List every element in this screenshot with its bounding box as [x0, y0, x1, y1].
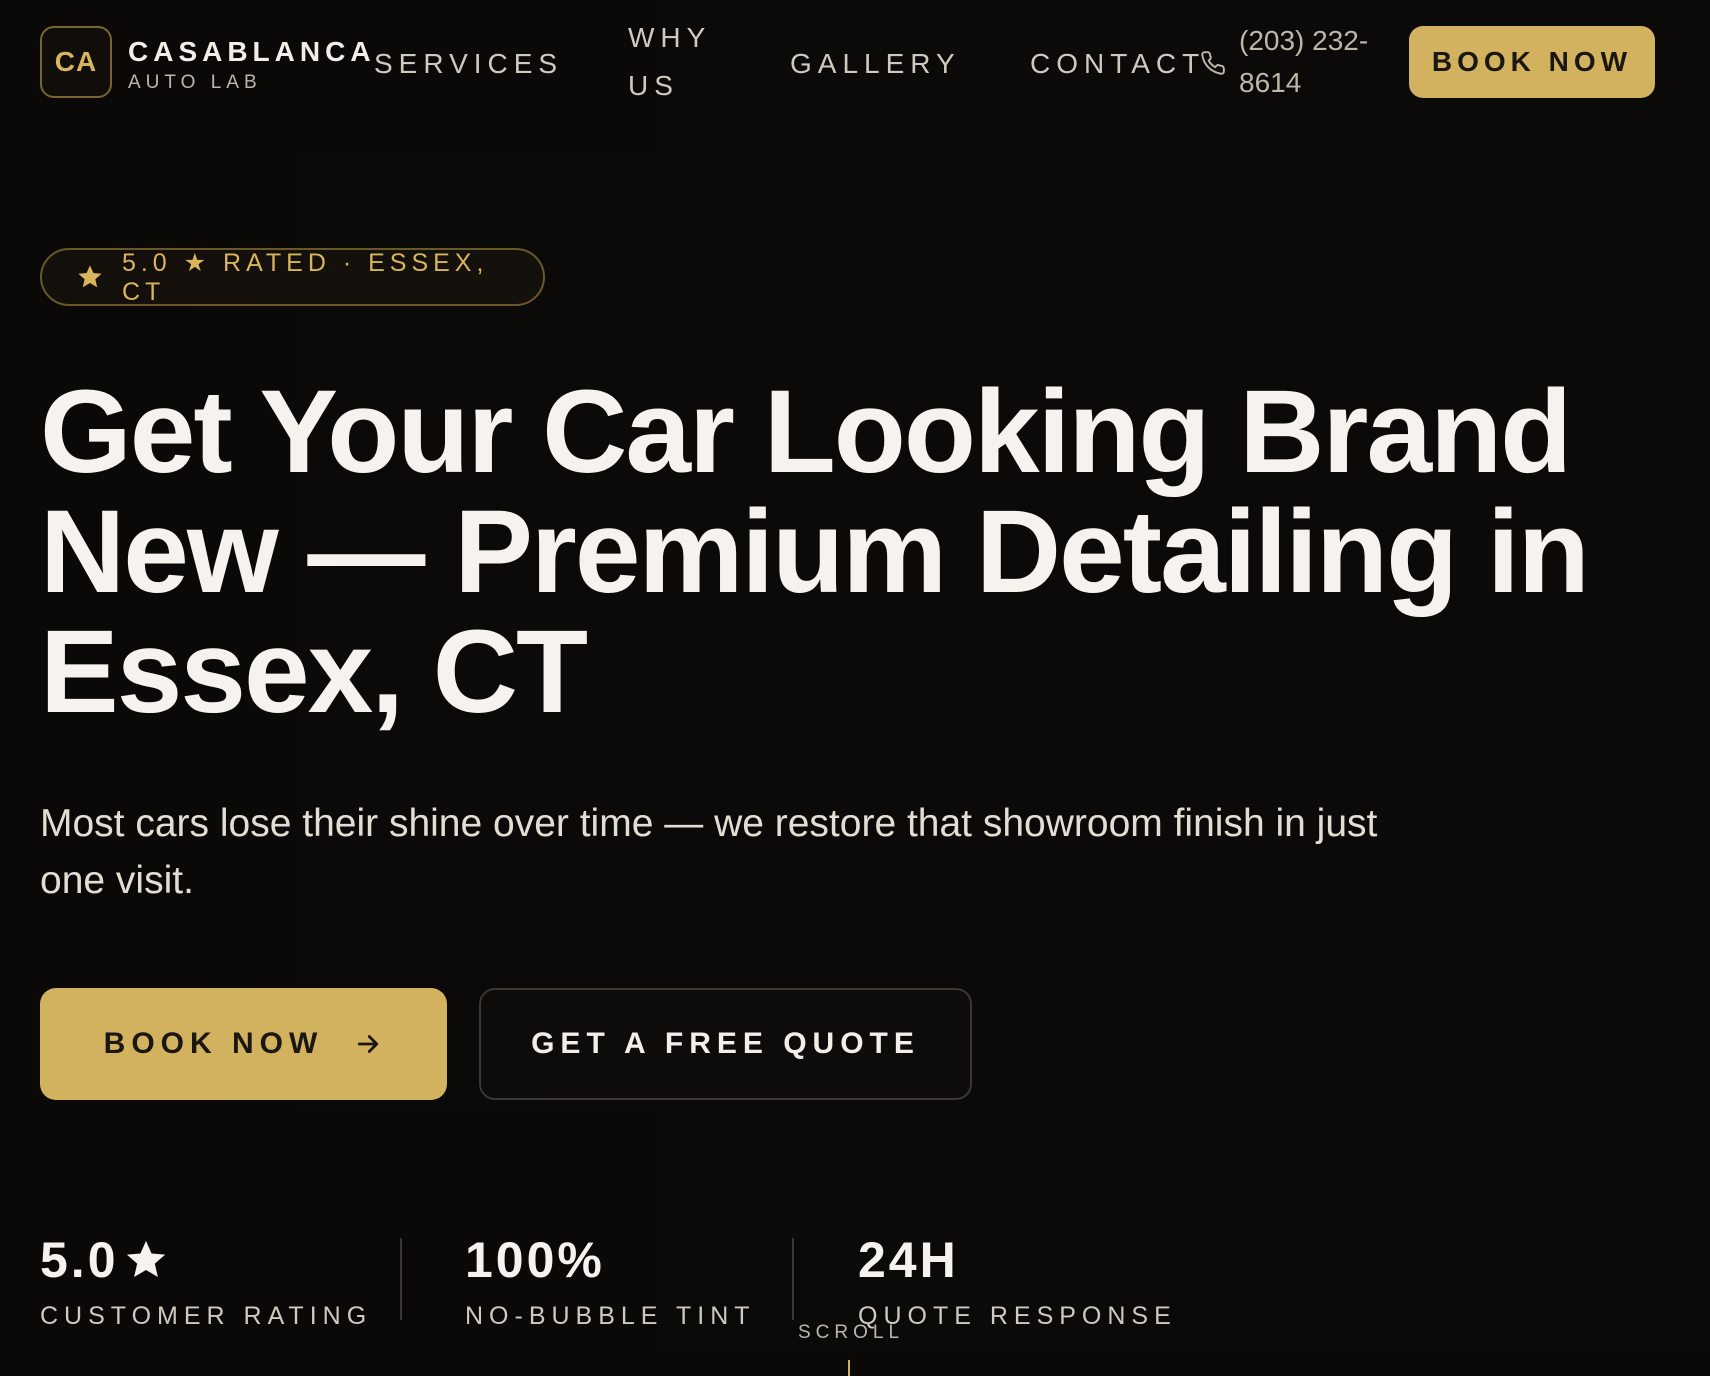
- scroll-indicator-line: [848, 1360, 850, 1376]
- brand-subtitle: AUTO LAB: [128, 72, 262, 93]
- stat-label: CUSTOMER RATING: [40, 1302, 373, 1330]
- brand-name[interactable]: CASABLANCA: [128, 36, 376, 68]
- hero-section: CA CASABLANCA AUTO LAB SERVICES WHY US G…: [0, 0, 1710, 1376]
- rating-badge: 5.0 ★ RATED · ESSEX, CT: [40, 248, 545, 306]
- stat-label: QUOTE RESPONSE: [858, 1302, 1177, 1330]
- star-icon: [78, 265, 102, 288]
- logo[interactable]: CA: [40, 26, 112, 98]
- arrow-right-icon: [358, 1035, 379, 1053]
- stat-customer-rating: 5.0 CUSTOMER RATING: [40, 1228, 372, 1331]
- book-now-nav-button[interactable]: BOOK NOW: [1409, 26, 1655, 98]
- logo-initials: CA: [54, 46, 98, 77]
- stat-value: 5.0: [40, 1232, 119, 1288]
- hero-subtext: Most cars lose their shine over time — w…: [40, 802, 1378, 902]
- nav-link-contact[interactable]: CONTACT: [1030, 40, 1205, 88]
- phone-icon: [1201, 51, 1225, 75]
- nav-link-why-us[interactable]: WHY US: [628, 14, 748, 110]
- phone-number-link[interactable]: (203) 232-8614: [1239, 20, 1399, 104]
- nav-link-services[interactable]: SERVICES: [374, 40, 563, 88]
- stat-value: 24H: [858, 1232, 959, 1288]
- rating-badge-text: 5.0 ★ RATED · ESSEX, CT: [121, 248, 489, 306]
- hero-content: 5.0 ★ RATED · ESSEX, CT Get Your Car Loo…: [0, 0, 1710, 1376]
- top-navigation: CA CASABLANCA AUTO LAB SERVICES WHY US G…: [0, 0, 1710, 124]
- stat-value: 100%: [465, 1232, 605, 1288]
- stat-quote-response: 24H QUOTE RESPONSE: [858, 1228, 1177, 1331]
- stat-no-bubble-tint: 100% NO-BUBBLE TINT: [465, 1228, 756, 1331]
- stat-divider: [400, 1238, 402, 1320]
- star-icon: [126, 1240, 165, 1278]
- hero-headline: Get Your Car Looking Brand New — Premium…: [40, 366, 1590, 738]
- stat-label: NO-BUBBLE TINT: [465, 1302, 756, 1330]
- scroll-indicator-label[interactable]: SCROLL: [798, 1322, 904, 1344]
- stat-divider: [792, 1238, 794, 1320]
- free-quote-button[interactable]: GET A FREE QUOTE: [479, 988, 972, 1100]
- book-now-button[interactable]: BOOK NOW: [40, 988, 447, 1100]
- book-now-button-label: BOOK NOW: [103, 1027, 324, 1060]
- nav-link-gallery[interactable]: GALLERY: [790, 40, 961, 88]
